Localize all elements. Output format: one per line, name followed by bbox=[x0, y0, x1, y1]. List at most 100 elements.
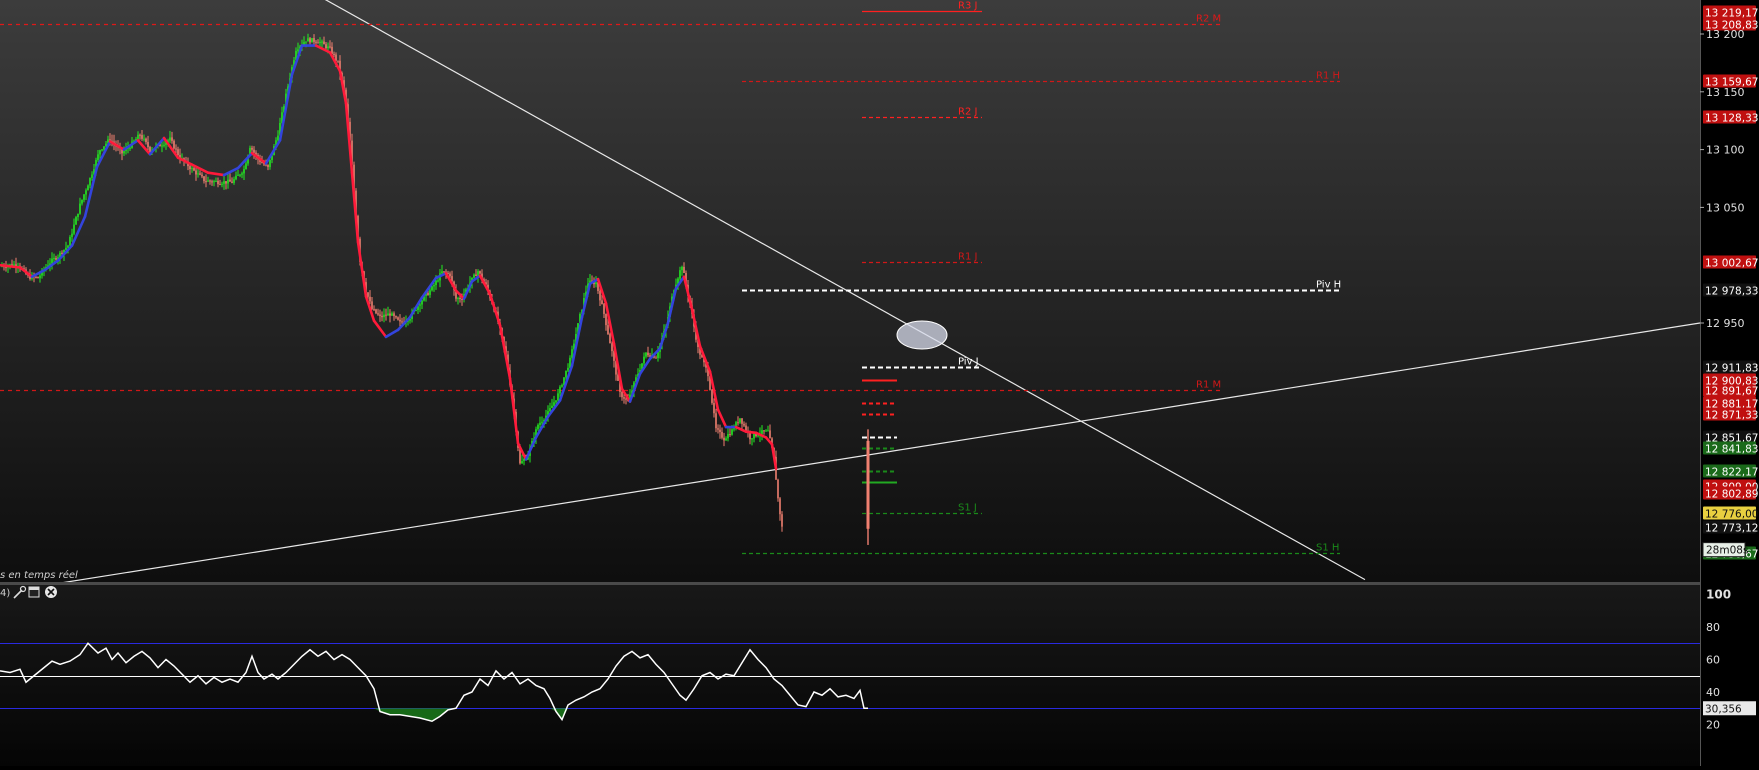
candle-body bbox=[435, 280, 437, 286]
candle-body bbox=[313, 38, 315, 42]
candle-body bbox=[223, 181, 225, 184]
candle-body bbox=[203, 176, 205, 182]
candle-body bbox=[297, 49, 299, 51]
candle-body bbox=[205, 181, 207, 183]
candle-body bbox=[217, 180, 219, 185]
level-name-9: Piv H bbox=[1316, 280, 1341, 291]
candle-body bbox=[551, 405, 553, 409]
candle-body bbox=[201, 174, 203, 177]
candle-body bbox=[375, 309, 377, 314]
rsi-tick-label-5: 20 bbox=[1706, 719, 1720, 732]
candle-body bbox=[323, 41, 325, 45]
trading-chart-window: R3 J R2 M R1 H R2 J R1 J Piv H Piv J R1 M S1 J S1… bbox=[0, 0, 1759, 766]
candle-body bbox=[163, 144, 165, 146]
candle-body bbox=[327, 46, 329, 49]
candle-body bbox=[307, 38, 309, 42]
candle-body bbox=[379, 314, 381, 316]
candle-body bbox=[567, 367, 569, 371]
candle-body bbox=[77, 213, 79, 218]
candle-body bbox=[253, 149, 255, 153]
candle-body bbox=[559, 386, 561, 394]
candle-body bbox=[193, 168, 195, 171]
candle-body bbox=[319, 41, 321, 43]
candle-body bbox=[603, 304, 605, 314]
candle-body bbox=[123, 150, 125, 154]
candle-body bbox=[611, 343, 613, 352]
candle-body bbox=[737, 422, 739, 424]
candle-body bbox=[421, 300, 423, 305]
candle-body bbox=[681, 266, 683, 271]
candle-body bbox=[395, 316, 397, 318]
window-icon[interactable] bbox=[28, 586, 40, 598]
candle-body bbox=[145, 138, 147, 143]
candle-body bbox=[607, 325, 609, 335]
level-tag-23: 12 773,12 bbox=[1703, 520, 1758, 535]
level-name-10: Piv J bbox=[958, 357, 979, 368]
drawing-ellipse[interactable] bbox=[896, 320, 948, 350]
candle-body bbox=[541, 421, 543, 423]
candle-body bbox=[391, 313, 393, 316]
candle-body bbox=[377, 313, 379, 315]
panel-divider[interactable] bbox=[0, 582, 1700, 585]
candle-body bbox=[335, 54, 337, 61]
candle-body bbox=[171, 137, 173, 141]
level-tag-text: 13 002,67 bbox=[1705, 258, 1758, 270]
candle-body bbox=[369, 296, 371, 302]
candle-body bbox=[621, 391, 623, 398]
candle-body bbox=[221, 183, 223, 185]
candle-body bbox=[89, 177, 91, 186]
candle-body bbox=[267, 164, 269, 168]
rsi-tick-label-4: 40 bbox=[1706, 686, 1720, 699]
candle-body bbox=[219, 184, 221, 186]
level-tag-text: 12 776,00 bbox=[1705, 509, 1758, 521]
candle-body bbox=[243, 169, 245, 174]
level-tag-17: 12 841,83 bbox=[1703, 441, 1758, 456]
candle-body bbox=[537, 424, 539, 430]
candle-body bbox=[539, 422, 541, 425]
candle-body bbox=[393, 313, 395, 317]
level-tag-9: 12 978,33 bbox=[1703, 283, 1758, 298]
candle-body bbox=[431, 286, 433, 291]
candle-body bbox=[235, 175, 237, 180]
candle-body bbox=[399, 319, 401, 322]
rsi-tick-label-3: 60 bbox=[1706, 654, 1720, 667]
candle-body bbox=[161, 145, 163, 147]
candle-body bbox=[655, 357, 657, 359]
candle-body bbox=[227, 179, 229, 184]
chart-svg[interactable]: R3 J R2 M R1 H R2 J R1 J Piv H Piv J R1 M S1 J S1… bbox=[0, 0, 1759, 766]
candle-body bbox=[189, 166, 191, 170]
candle-body bbox=[367, 292, 369, 297]
candle-body bbox=[719, 429, 721, 432]
indicator-toolbar: 4) bbox=[0, 585, 57, 599]
candle-body bbox=[311, 38, 313, 43]
level-name-4: R1 H bbox=[1316, 71, 1340, 82]
candle-body bbox=[195, 170, 197, 175]
y-tick-label-1: 13 200 bbox=[1706, 28, 1745, 41]
candle-body bbox=[779, 498, 781, 515]
candle-body bbox=[725, 438, 727, 441]
candle-body bbox=[433, 285, 435, 287]
candle-body bbox=[595, 282, 597, 285]
countdown-text: 28m08s bbox=[1706, 545, 1748, 557]
candle-body bbox=[727, 434, 729, 439]
candle-body bbox=[73, 224, 75, 234]
candle-body bbox=[213, 181, 215, 183]
candle-body bbox=[317, 42, 319, 44]
candle-body bbox=[739, 418, 741, 423]
level-tag-text: 12 911,83 bbox=[1705, 363, 1758, 375]
level-tag-13: 12 900,83 bbox=[1703, 373, 1758, 388]
level-tag-text: 12 822,17 bbox=[1705, 467, 1758, 479]
close-icon[interactable] bbox=[45, 586, 57, 598]
candle-body bbox=[777, 479, 779, 499]
y-tick-label-5: 12 950 bbox=[1706, 317, 1745, 330]
candle-body bbox=[75, 217, 77, 225]
candle-body bbox=[645, 352, 647, 357]
candle-body bbox=[231, 181, 233, 183]
candle-body bbox=[169, 137, 171, 141]
candle-body bbox=[237, 174, 239, 176]
candle-body bbox=[643, 356, 645, 364]
candle-body bbox=[199, 173, 201, 175]
candle-body bbox=[459, 298, 461, 300]
candle-body bbox=[761, 430, 763, 434]
level-tag-text: 13 219,17 bbox=[1705, 8, 1758, 20]
